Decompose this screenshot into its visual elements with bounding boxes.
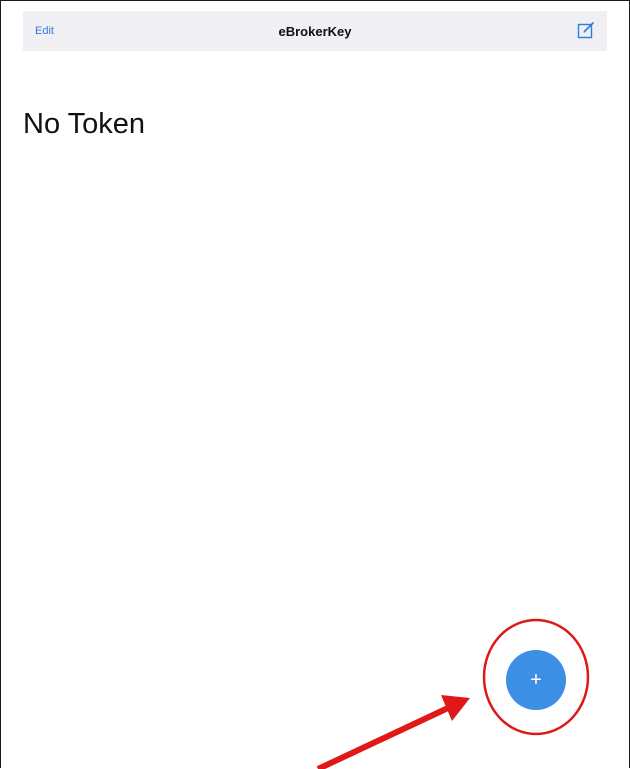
add-token-button[interactable]: +	[506, 650, 566, 710]
empty-state-text: No Token	[23, 108, 145, 140]
page-title: eBrokerKey	[278, 24, 352, 39]
navigation-bar: Edit eBrokerKey	[23, 11, 607, 51]
compose-icon[interactable]	[577, 21, 595, 39]
